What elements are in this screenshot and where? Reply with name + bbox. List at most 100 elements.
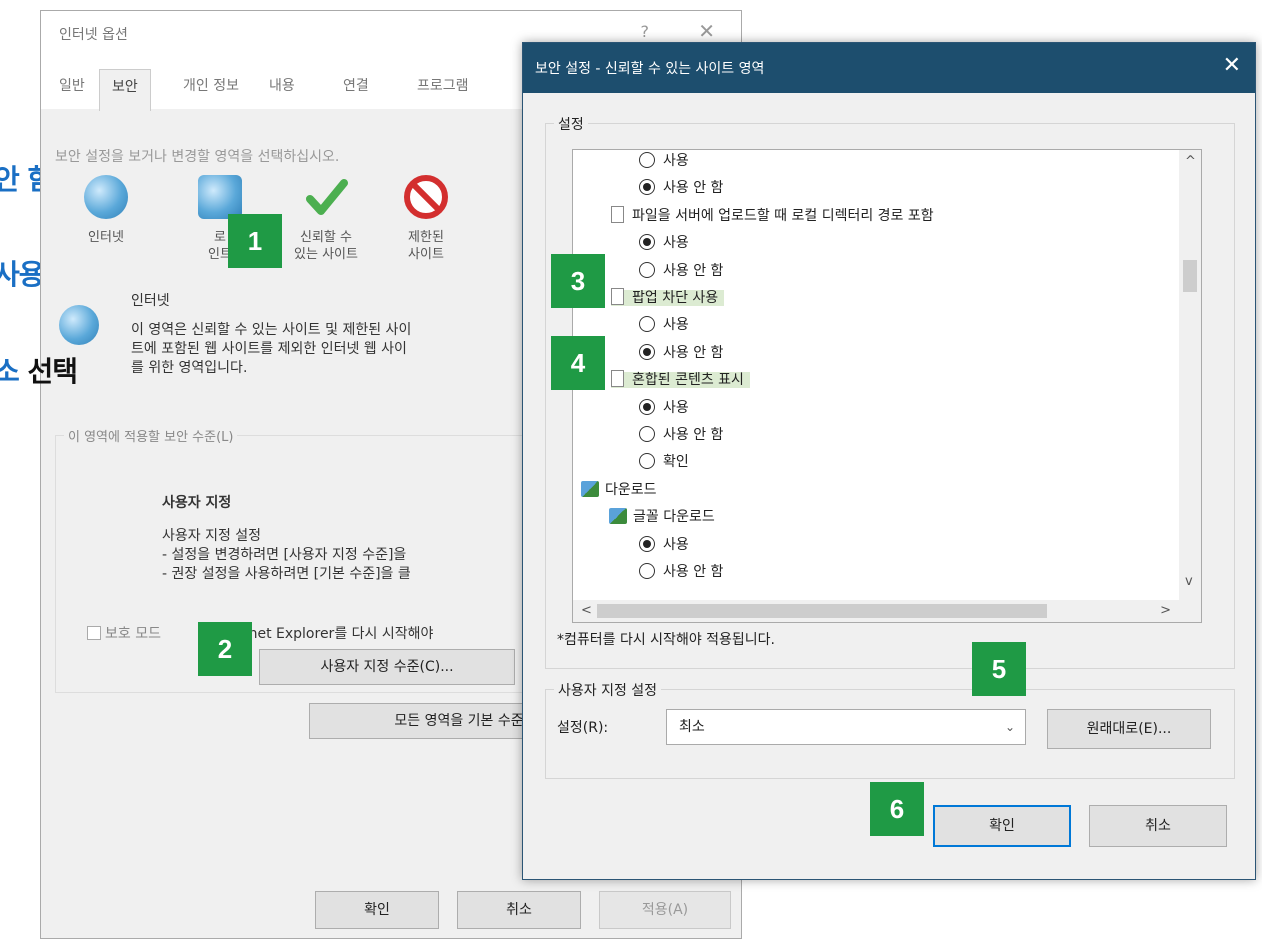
zone-name: 인터넷 — [131, 293, 170, 309]
step-marker-4: 4 — [551, 336, 605, 390]
setting-radio-option[interactable]: 사용 — [639, 532, 689, 559]
tab-programs[interactable]: 프로그램 — [417, 75, 469, 95]
setting-radio-option[interactable]: 사용 안 함 — [639, 258, 723, 285]
radio-unchecked-icon[interactable] — [639, 261, 655, 278]
radio-unchecked-icon[interactable] — [639, 563, 655, 579]
setting-radio-option[interactable]: 사용 안 함 — [639, 422, 723, 449]
globe-icon — [84, 175, 128, 219]
setting-label: 사용 안 함 — [663, 180, 724, 197]
caption-3-rest: 선택 — [18, 355, 79, 388]
intranet-icon — [198, 175, 242, 219]
selected-zone-globe-icon — [59, 305, 99, 345]
radio-checked-icon[interactable] — [639, 535, 655, 552]
tab-security[interactable]: 보안 — [99, 69, 151, 111]
dialog-cancel-button[interactable]: 취소 — [1089, 805, 1227, 847]
horizontal-scroll-thumb[interactable] — [597, 604, 1047, 618]
protected-mode-checkbox[interactable] — [87, 626, 101, 640]
download-category-icon — [609, 508, 627, 525]
zone-desc-line: 를 위한 영역입니다. — [131, 360, 248, 376]
setting-category[interactable]: 글꼴 다운로드 — [609, 504, 715, 531]
checkmark-icon — [304, 175, 348, 219]
zone-description: 인터넷 이 영역은 신뢰할 수 있는 사이트 및 제한된 사이 트에 포함된 웹… — [131, 292, 531, 378]
highlighted-setting: 팝업 차단 사용 — [611, 288, 725, 306]
setting-category[interactable]: 다운로드 — [581, 477, 657, 504]
zone-label-2: 있는 사이트 — [294, 247, 358, 262]
horizontal-scrollbar[interactable]: < > — [573, 600, 1201, 622]
setting-radio-option[interactable]: 사용 — [639, 312, 689, 339]
window-title: 인터넷 옵션 — [59, 27, 128, 43]
setting-radio-option[interactable]: 확인 — [639, 449, 689, 476]
zone-label-2: 사이트 — [408, 247, 444, 262]
zone-restricted-sites[interactable]: 제한된 사이트 — [381, 175, 471, 263]
scroll-left-icon[interactable]: < — [581, 603, 592, 618]
settings-tree[interactable]: 사용 사용 안 함 파일을 서버에 업로드할 때 로컬 디렉터리 경로 포함 사용 사용… — [572, 149, 1202, 623]
setting-item[interactable]: 혼합된 콘텐츠 표시 — [611, 367, 750, 394]
tab-connections[interactable]: 연결 — [343, 75, 369, 95]
cancel-button[interactable]: 취소 — [457, 891, 581, 929]
setting-label: 파일을 서버에 업로드할 때 로컬 디렉터리 경로 포함 — [632, 207, 934, 224]
tab-privacy[interactable]: 개인 정보 — [183, 75, 239, 95]
close-icon[interactable]: ✕ — [698, 19, 715, 43]
setting-radio-option[interactable]: 사용 — [639, 395, 689, 422]
setting-label: 다운로드 — [605, 481, 657, 498]
radio-unchecked-icon[interactable] — [639, 426, 655, 442]
setting-label: 확인 — [663, 454, 689, 471]
setting-label: 사용 안 함 — [663, 262, 724, 279]
custom-level-info: 사용자 지정 사용자 지정 설정 - 설정을 변경하려면 [사용자 지정 수준]… — [162, 494, 582, 584]
document-icon — [611, 288, 624, 305]
radio-unchecked-icon[interactable] — [639, 453, 655, 470]
setting-radio-option[interactable]: 사용 — [639, 230, 689, 257]
radio-unchecked-icon[interactable] — [639, 152, 655, 168]
setting-radio-option[interactable]: 사용 — [639, 150, 689, 175]
radio-checked-icon[interactable] — [639, 343, 655, 360]
vertical-scroll-thumb[interactable] — [1183, 260, 1197, 292]
radio-checked-icon[interactable] — [639, 179, 655, 196]
reset-button[interactable]: 원래대로(E)... — [1047, 709, 1211, 749]
scroll-down-icon[interactable]: v — [1185, 574, 1193, 589]
tab-general[interactable]: 일반 — [59, 75, 85, 95]
setting-item[interactable]: 팝업 차단 사용 — [611, 285, 725, 312]
no-entry-icon — [404, 175, 448, 219]
vertical-scrollbar[interactable]: ^ v — [1179, 150, 1201, 600]
setting-radio-option[interactable]: 사용 안 함 — [639, 340, 723, 367]
custom-settings-legend: 사용자 지정 설정 — [554, 680, 662, 700]
zone-label: 신뢰할 수 — [300, 230, 352, 245]
help-icon[interactable]: ? — [641, 22, 650, 41]
scroll-up-icon[interactable]: ^ — [1185, 154, 1196, 169]
setting-label: 사용 — [663, 317, 689, 334]
download-category-icon — [581, 480, 599, 497]
custom-line: - 설정을 변경하려면 [사용자 지정 수준]을 — [162, 547, 407, 563]
custom-level-button[interactable]: 사용자 지정 수준(C)... — [259, 649, 515, 685]
setting-radio-option[interactable]: 사용 안 함 — [639, 559, 723, 586]
security-level-legend: 이 영역에 적용할 보안 수준(L) — [64, 426, 238, 445]
dialog-title: 보안 설정 - 신뢰할 수 있는 사이트 영역 — [535, 61, 765, 77]
chevron-down-icon: ⌄ — [1004, 720, 1015, 734]
radio-unchecked-icon[interactable] — [639, 316, 655, 333]
protected-mode-label: 보호 모드 — [105, 626, 161, 642]
zone-internet[interactable]: 인터넷 — [61, 175, 151, 246]
protected-mode-note: ternet Explorer를 다시 시작해야 — [228, 626, 434, 642]
dialog-close-icon[interactable]: ✕ — [1223, 53, 1241, 78]
radio-checked-icon[interactable] — [639, 398, 655, 415]
apply-button[interactable]: 적용(A) — [599, 891, 731, 929]
restart-note: *컴퓨터를 다시 시작해야 적용됩니다. — [557, 632, 775, 648]
zone-desc-line: 트에 포함된 웹 사이트를 제외한 인터넷 웹 사이 — [131, 341, 407, 357]
scroll-right-icon[interactable]: > — [1160, 603, 1171, 618]
reset-label: 설정(R): — [557, 720, 609, 736]
tab-content[interactable]: 내용 — [269, 75, 295, 95]
dialog-title-bar: 보안 설정 - 신뢰할 수 있는 사이트 영역 ✕ — [523, 43, 1255, 93]
zone-trusted-sites[interactable]: 신뢰할 수 있는 사이트 — [281, 175, 371, 263]
setting-item[interactable]: 파일을 서버에 업로드할 때 로컬 디렉터리 경로 포함 — [611, 203, 934, 230]
step-marker-5: 5 — [972, 642, 1026, 696]
radio-checked-icon[interactable] — [639, 234, 655, 251]
document-icon — [611, 205, 624, 223]
reset-level-select[interactable]: 최소 ⌄ — [666, 709, 1026, 745]
document-icon — [611, 370, 624, 388]
ok-button[interactable]: 확인 — [315, 891, 439, 929]
security-settings-dialog: 보안 설정 - 신뢰할 수 있는 사이트 영역 ✕ 설정 사용 사용 안 함 파일을… — [522, 42, 1256, 880]
dialog-ok-button[interactable]: 확인 — [933, 805, 1071, 847]
setting-radio-option[interactable]: 사용 안 함 — [639, 175, 723, 202]
highlighted-setting: 혼합된 콘텐츠 표시 — [611, 370, 750, 389]
custom-title: 사용자 지정 — [162, 495, 232, 511]
caption-3: 소 선택 — [0, 350, 79, 390]
